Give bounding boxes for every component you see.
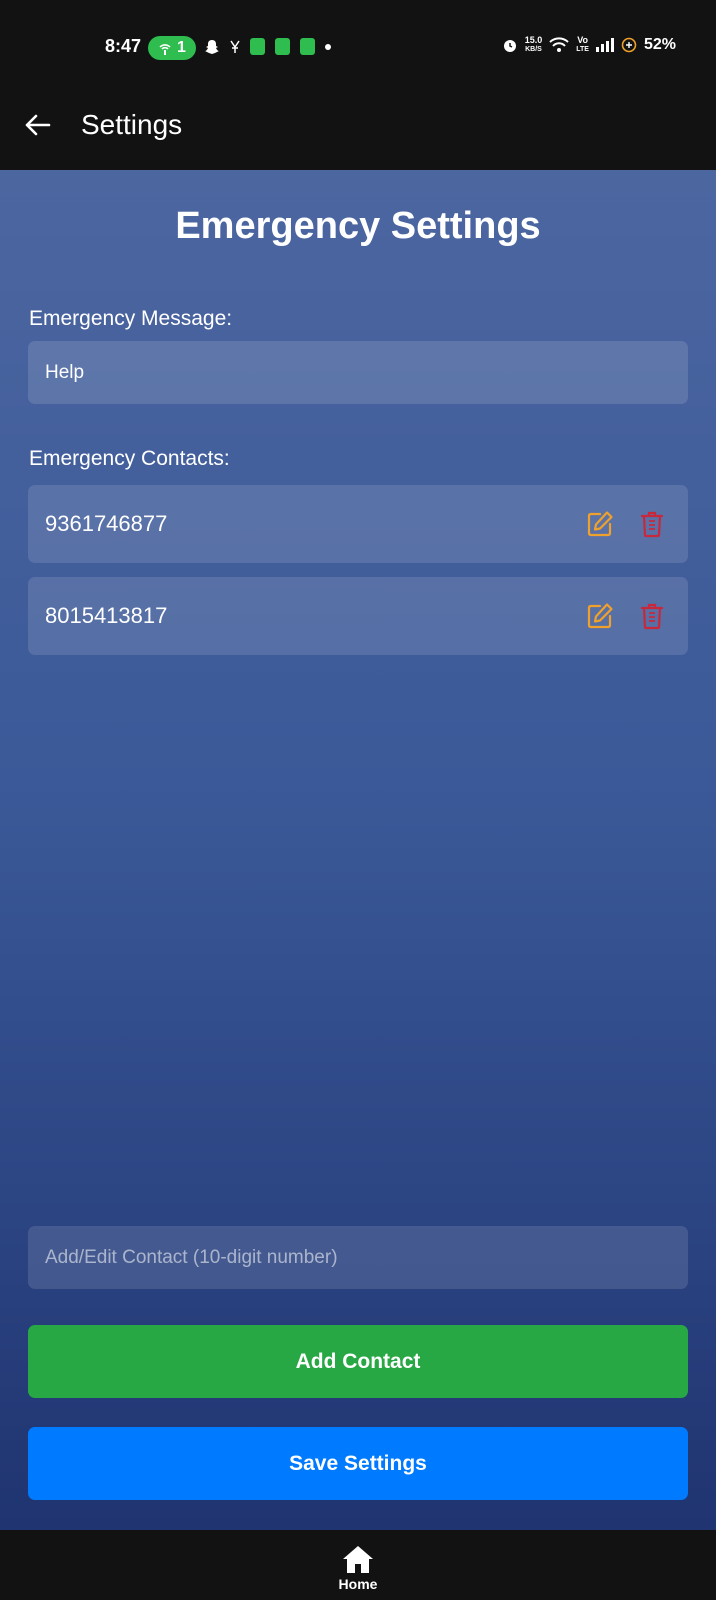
more-notifications-icon: [325, 43, 331, 50]
battery-percent: 52%: [643, 36, 676, 53]
app-notification-icon: [300, 38, 315, 55]
contacts-label: Emergency Contacts:: [29, 447, 230, 470]
hotspot-indicator: 1: [148, 36, 196, 60]
app-notification-icon: [250, 38, 265, 55]
tab-home[interactable]: Home: [318, 1544, 398, 1596]
contact-number: 9361746877: [45, 511, 168, 536]
bottom-tab-bar: Home: [0, 1530, 716, 1600]
volte-top: Vo: [577, 35, 589, 45]
snapchat-icon: [205, 39, 219, 54]
contact-row: 9361746877: [28, 485, 688, 563]
edit-icon[interactable]: [586, 602, 614, 630]
section-heading: Emergency Settings: [175, 205, 541, 247]
arrow-left-icon: [25, 114, 51, 136]
battery-saver-icon: [621, 37, 637, 53]
volte-bottom: LTE: [576, 46, 589, 53]
status-time: 8:47: [105, 36, 142, 56]
volte-indicator: Vo LTE: [576, 36, 589, 54]
notification-icons: [204, 38, 331, 55]
contact-number: 8015413817: [45, 603, 168, 628]
emergency-message-field[interactable]: Help: [28, 341, 688, 404]
yen-icon: [230, 40, 240, 53]
signal-icon: [595, 38, 614, 52]
contact-input[interactable]: [28, 1226, 688, 1289]
message-label: Emergency Message:: [29, 307, 233, 330]
trash-icon[interactable]: [640, 510, 664, 538]
network-speed-value: 15.0: [524, 35, 543, 45]
wifi-icon: [549, 37, 569, 52]
tab-home-label: Home: [338, 1576, 378, 1592]
trash-icon[interactable]: [640, 602, 664, 630]
home-icon: [343, 1546, 373, 1573]
edit-icon[interactable]: [586, 510, 614, 538]
app-bar: Settings: [0, 95, 716, 170]
network-speed: 15.0 KB/S: [525, 36, 543, 54]
status-right: 15.0 KB/S Vo LTE 52%: [502, 36, 676, 54]
main-content: Emergency Settings Emergency Message: He…: [0, 170, 716, 1530]
back-button[interactable]: [22, 109, 54, 141]
contact-row: 8015413817: [28, 577, 688, 655]
status-bar: 8:47 1 15.0 KB/S Vo LTE 52%: [0, 0, 716, 95]
save-settings-button[interactable]: Save Settings: [28, 1427, 688, 1500]
hotspot-icon: [159, 44, 171, 55]
hotspot-count: 1: [177, 39, 186, 56]
add-contact-button[interactable]: Add Contact: [28, 1325, 688, 1398]
app-notification-icon: [275, 38, 290, 55]
page-title: Settings: [81, 109, 183, 140]
alarm-icon: [503, 40, 516, 52]
network-speed-unit: KB/S: [525, 46, 542, 53]
